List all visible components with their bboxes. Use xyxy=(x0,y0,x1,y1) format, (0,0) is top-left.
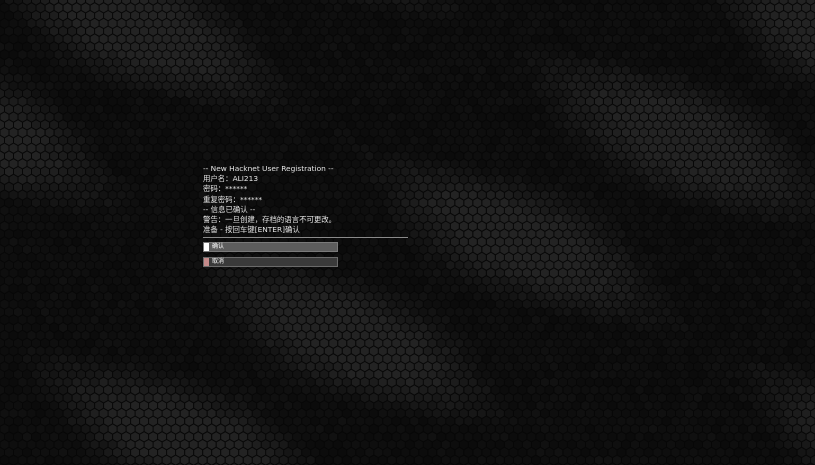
ready-line: 准备 - 按回车键[ENTER]确认 xyxy=(203,225,300,235)
confirm-accent-bar xyxy=(204,243,209,251)
hacknet-screen: -- New Hacknet User Registration -- 用户名：… xyxy=(0,0,815,465)
registration-panel: -- New Hacknet User Registration -- 用户名：… xyxy=(203,164,413,267)
divider xyxy=(203,237,408,238)
confirm-button-label: 确认 xyxy=(212,243,225,250)
warning-line: 警告：一旦创建，存档的语言不可更改。 xyxy=(203,215,337,225)
confirm-button[interactable]: 确认 xyxy=(203,242,338,252)
username-line: 用户名：ALI213 xyxy=(203,174,259,184)
confirmed-line: -- 信息已确认 -- xyxy=(203,204,256,214)
cancel-accent-bar xyxy=(204,258,209,266)
password-line: 密码：****** xyxy=(203,184,248,194)
registration-header: -- New Hacknet User Registration -- xyxy=(203,164,334,173)
cancel-button[interactable]: 取消 xyxy=(203,257,338,267)
repeat-password-line: 重复密码：****** xyxy=(203,194,263,204)
cancel-button-label: 取消 xyxy=(212,258,225,265)
